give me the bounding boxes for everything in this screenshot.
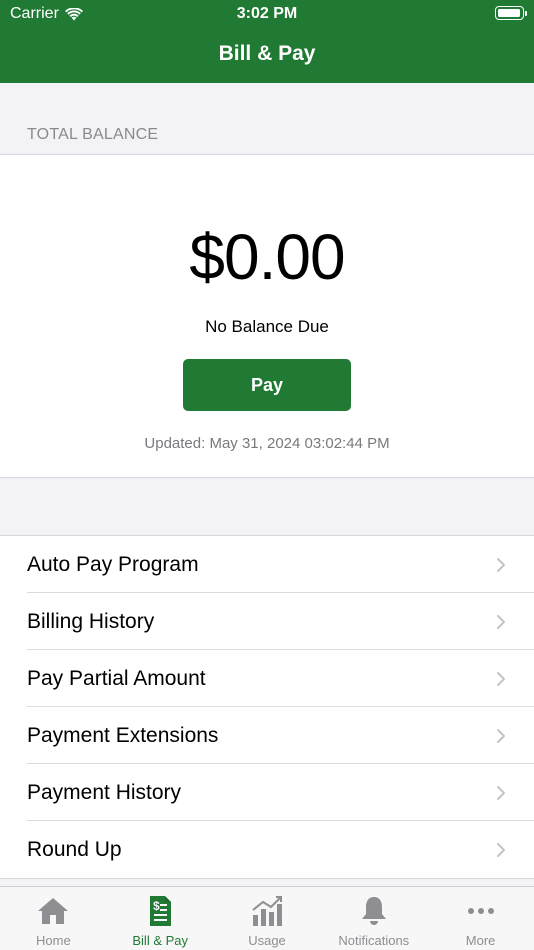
- bell-icon: [361, 897, 386, 925]
- tab-label: Bill & Pay: [132, 933, 189, 948]
- balance-status: No Balance Due: [205, 317, 329, 336]
- pay-button[interactable]: Pay: [183, 359, 351, 411]
- updated-timestamp: Updated: May 31, 2024 03:02:44 PM: [144, 435, 390, 452]
- tab-label: Usage: [248, 933, 286, 948]
- page-title: Bill & Pay: [218, 42, 316, 65]
- menu-item-pay-partial-amount[interactable]: Pay Partial Amount: [0, 650, 534, 707]
- menu-item-payment-history[interactable]: Payment History: [0, 764, 534, 821]
- bill-menu-list: Auto Pay Program Billing History Pay Par…: [0, 535, 534, 879]
- menu-item-billing-history[interactable]: Billing History: [0, 593, 534, 650]
- menu-item-payment-extensions[interactable]: Payment Extensions: [0, 707, 534, 764]
- menu-item-label: Payment Extensions: [27, 723, 219, 747]
- status-bar: Carrier 3:02 PM: [0, 0, 534, 28]
- balance-card: $0.00 No Balance Due Pay Updated: May 31…: [0, 154, 534, 478]
- battery-icon: [495, 6, 527, 20]
- balance-amount: $0.00: [189, 221, 345, 293]
- menu-item-label: Round Up: [27, 837, 122, 861]
- tab-notifications[interactable]: Notifications: [320, 887, 427, 950]
- menu-item-label: Pay Partial Amount: [27, 666, 206, 690]
- usage-chart-icon: [252, 896, 282, 926]
- chevron-right-icon: [497, 558, 505, 572]
- chevron-right-icon: [497, 615, 505, 629]
- status-time: 3:02 PM: [236, 5, 298, 22]
- home-icon: [38, 898, 69, 924]
- more-dots-icon: [467, 908, 494, 914]
- menu-item-round-up[interactable]: Round Up: [0, 821, 534, 878]
- menu-item-label: Payment History: [27, 780, 182, 804]
- chevron-right-icon: [497, 729, 505, 743]
- tab-label: Home: [36, 933, 71, 948]
- tab-bill-pay[interactable]: $ Bill & Pay: [107, 887, 214, 950]
- tab-bar: Home $ Bill & Pay Usage Notifications Mo…: [0, 886, 534, 950]
- tab-home[interactable]: Home: [0, 887, 107, 950]
- menu-item-auto-pay-program[interactable]: Auto Pay Program: [0, 536, 534, 593]
- tab-more[interactable]: More: [427, 887, 534, 950]
- chevron-right-icon: [497, 786, 505, 800]
- app-header: Carrier 3:02 PM Bill & Pay: [0, 0, 534, 83]
- tab-usage[interactable]: Usage: [214, 887, 321, 950]
- menu-item-label: Billing History: [27, 609, 155, 633]
- chevron-right-icon: [497, 672, 505, 686]
- bill-icon: $: [150, 896, 172, 926]
- menu-item-label: Auto Pay Program: [27, 552, 199, 576]
- tab-label: More: [465, 933, 496, 948]
- chevron-right-icon: [497, 843, 505, 857]
- total-balance-label: TOTAL BALANCE: [27, 126, 159, 143]
- svg-text:$: $: [153, 899, 160, 913]
- tab-label: Notifications: [338, 933, 410, 948]
